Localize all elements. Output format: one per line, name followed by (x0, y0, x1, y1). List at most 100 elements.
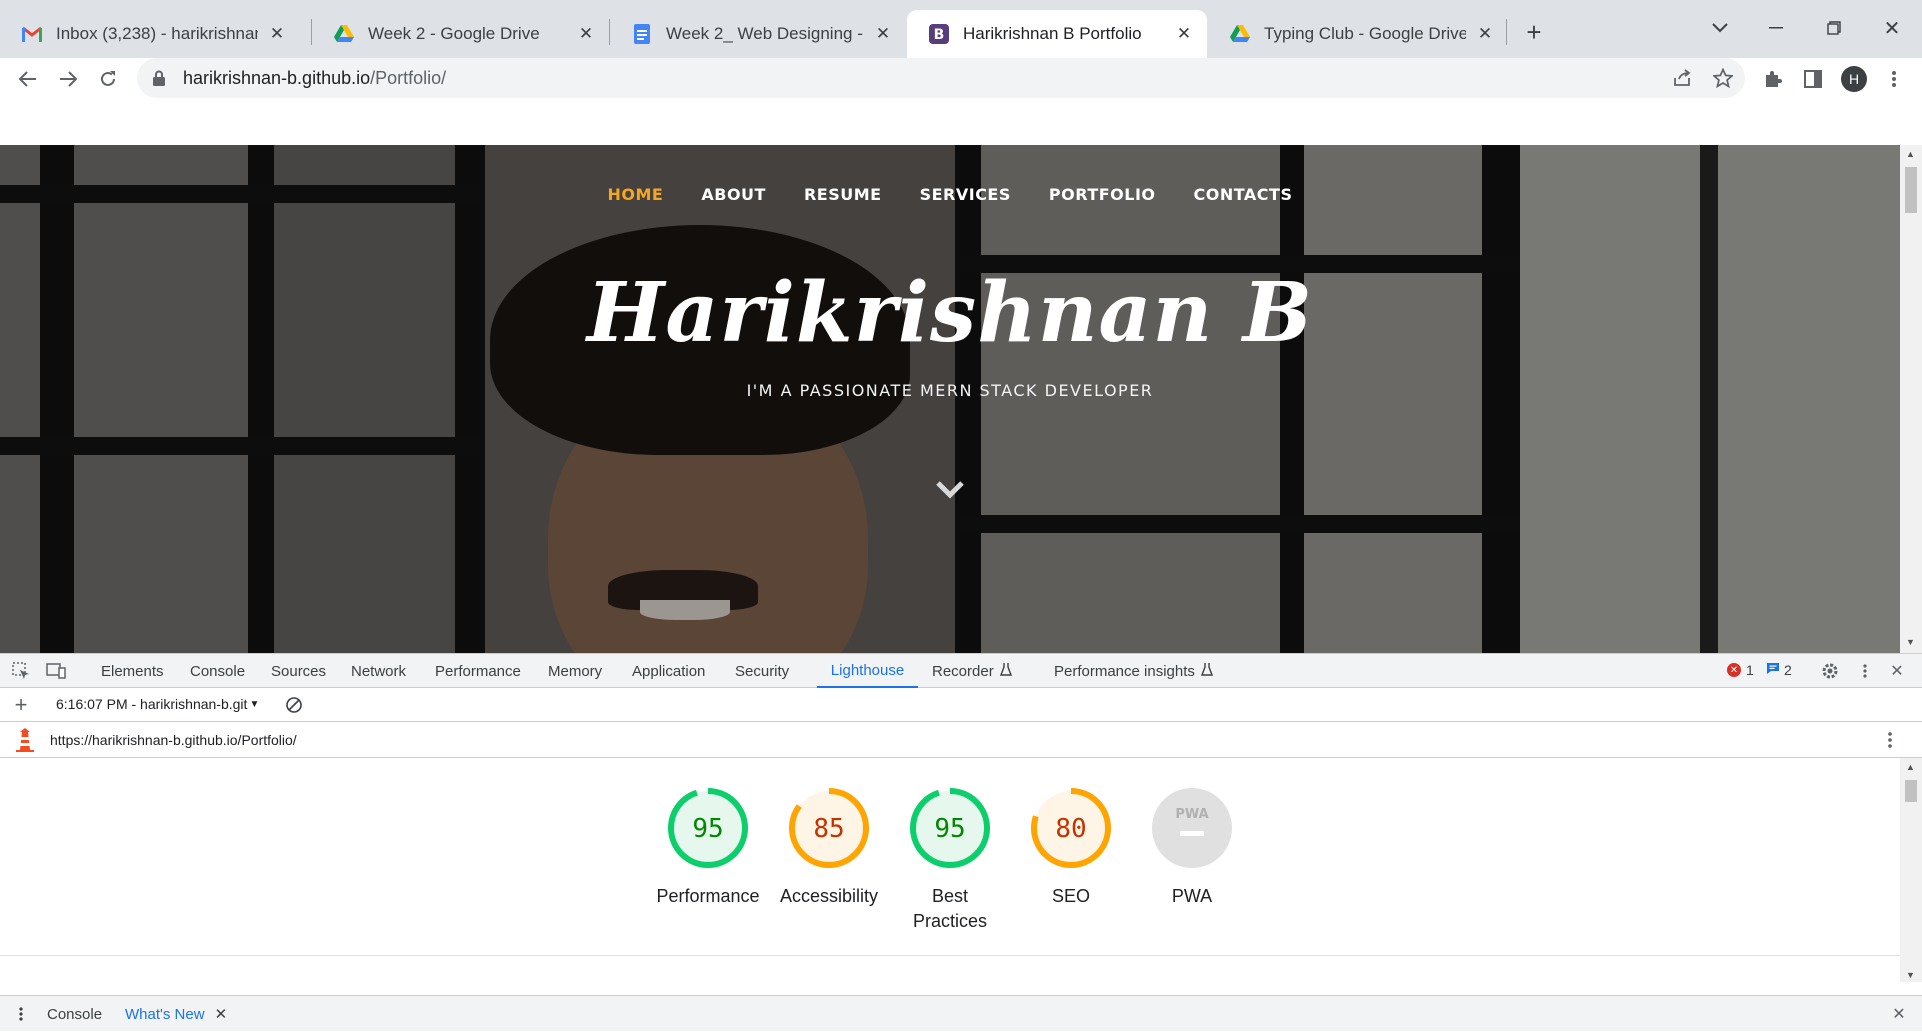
reload-icon[interactable] (92, 63, 124, 95)
forward-arrow-icon[interactable] (52, 63, 84, 95)
report-menu-kebab-icon[interactable] (1879, 729, 1901, 751)
devtools-tab-sources[interactable]: Sources (271, 654, 326, 688)
dropdown-caret-icon: ▼ (249, 698, 260, 710)
restore-window-icon[interactable] (1811, 10, 1857, 46)
close-drawer-icon[interactable]: ✕ (1888, 1003, 1910, 1025)
nav-contacts-link[interactable]: CONTACTS (1194, 185, 1293, 204)
score-gauge-performance[interactable]: 95 Performance (648, 786, 768, 909)
clear-reports-icon[interactable] (283, 694, 305, 716)
devtools-tab-elements[interactable]: Elements (101, 654, 164, 688)
score-gauge-seo[interactable]: 80 SEO (1011, 786, 1131, 909)
devtools-tab-lighthouse[interactable]: Lighthouse (817, 654, 918, 688)
devtools-tab-performance[interactable]: Performance (435, 654, 521, 688)
close-tab-icon[interactable]: ✕ (872, 23, 894, 45)
scroll-up-arrow-icon[interactable]: ▲ (1906, 149, 1915, 159)
inspect-element-icon[interactable] (10, 660, 32, 682)
bootstrap-icon: B (929, 24, 949, 44)
gauge-ring: 85 (789, 788, 869, 868)
nav-about-link[interactable]: ABOUT (701, 185, 766, 204)
tab-title: Week 2 - Google Drive (368, 24, 540, 43)
devtools-tab-bar: Elements Console Sources Network Perform… (0, 654, 1922, 688)
close-tab-icon[interactable]: ✕ (1173, 23, 1195, 45)
drawer-menu-kebab-icon[interactable] (10, 1003, 32, 1025)
address-bar[interactable]: harikrishnan-b.github.io/Portfolio/ (137, 58, 1745, 98)
bookmark-star-icon[interactable] (1711, 66, 1735, 90)
report-url: https://harikrishnan-b.github.io/Portfol… (50, 732, 297, 748)
scroll-up-arrow-icon[interactable]: ▲ (1906, 762, 1915, 772)
devtools-drawer-bar: Console What's New ✕ ✕ (0, 995, 1922, 1031)
close-tab-icon[interactable]: ✕ (266, 23, 288, 45)
devtools-tab-application[interactable]: Application (632, 654, 705, 688)
experiment-flask-icon (1200, 662, 1213, 680)
devtools-menu-kebab-icon[interactable] (1854, 660, 1876, 682)
browser-tab-gmail[interactable]: Inbox (3,238) - harikrishnanb872 ✕ (0, 10, 300, 58)
error-icon: ✕ (1727, 663, 1741, 677)
browser-tab-week2-drive[interactable]: Week 2 - Google Drive ✕ (312, 10, 609, 58)
lighthouse-report-header: https://harikrishnan-b.github.io/Portfol… (0, 722, 1922, 758)
close-window-icon[interactable]: ✕ (1869, 10, 1915, 46)
devtools-tab-memory[interactable]: Memory (548, 654, 602, 688)
site-navigation: HOME ABOUT RESUME SERVICES PORTFOLIO CON… (0, 185, 1900, 204)
gauge-ring: 95 (668, 788, 748, 868)
score-gauge-accessibility[interactable]: 85 Accessibility (769, 786, 889, 909)
tab-title: Harikrishnan B Portfolio (963, 24, 1142, 43)
close-drawer-tab-icon[interactable]: ✕ (215, 1005, 228, 1023)
devtools-panel: Elements Console Sources Network Perform… (0, 653, 1922, 1031)
new-report-plus-icon[interactable]: + (10, 692, 32, 717)
score-gauge-best-practices[interactable]: 95 Best Practices (890, 786, 1010, 934)
message-count-badge[interactable]: 2 (1766, 662, 1792, 678)
google-drive-icon (334, 24, 354, 44)
browser-tab-portfolio[interactable]: B Harikrishnan B Portfolio ✕ (907, 10, 1207, 58)
report-selector-dropdown[interactable]: 6:16:07 PM - harikrishnan-b.git ▼ (56, 696, 259, 712)
devtools-tab-console[interactable]: Console (190, 654, 245, 688)
devtools-tab-network[interactable]: Network (351, 654, 406, 688)
close-tab-icon[interactable]: ✕ (1474, 23, 1496, 45)
gauge-ring: 95 (910, 788, 990, 868)
nav-services-link[interactable]: SERVICES (920, 185, 1011, 204)
score-label: Accessibility (779, 886, 879, 906)
page-scrollbar[interactable]: ▲ ▼ (1900, 145, 1922, 653)
page-scrollbar-thumb[interactable] (1905, 167, 1917, 213)
error-count-badge[interactable]: ✕ 1 (1727, 662, 1754, 678)
share-icon[interactable] (1671, 66, 1695, 90)
drawer-tab-whats-new[interactable]: What's New ✕ (125, 996, 227, 1032)
browser-tab-typing-club-drive[interactable]: Typing Club - Google Drive ✕ (1208, 10, 1508, 58)
close-tab-icon[interactable]: ✕ (575, 23, 597, 45)
device-toolbar-icon[interactable] (45, 660, 67, 682)
score-label: Performance (656, 886, 760, 906)
settings-gear-icon[interactable] (1819, 660, 1841, 682)
profile-avatar[interactable]: H (1841, 66, 1867, 92)
devtools-tab-recorder[interactable]: Recorder (932, 654, 1012, 688)
minimize-window-icon[interactable] (1753, 10, 1799, 46)
new-tab-button[interactable]: + (1518, 16, 1550, 48)
tab-search-chevron-icon[interactable] (1697, 10, 1743, 46)
drawer-tab-console[interactable]: Console (47, 996, 102, 1032)
browser-menu-kebab-icon[interactable] (1880, 65, 1908, 93)
score-gauge-pwa[interactable]: PWA PWA (1132, 786, 1252, 909)
devtools-tab-security[interactable]: Security (735, 654, 789, 688)
lighthouse-logo-icon (14, 728, 36, 757)
nav-resume-link[interactable]: RESUME (804, 185, 882, 204)
lock-icon[interactable] (153, 70, 167, 86)
hero-name-heading: Harikrishnan B (586, 265, 1314, 361)
score-label: SEO (1051, 886, 1090, 906)
report-scrollbar-thumb[interactable] (1905, 780, 1917, 802)
nav-home-link[interactable]: HOME (608, 185, 664, 204)
tab-title: Typing Club - Google Drive (1264, 24, 1466, 43)
hero-section: HOME ABOUT RESUME SERVICES PORTFOLIO CON… (0, 145, 1900, 653)
side-panel-icon[interactable] (1799, 65, 1827, 93)
back-arrow-icon[interactable] (12, 63, 44, 95)
close-devtools-icon[interactable]: ✕ (1886, 660, 1908, 682)
score-value: 80 (1055, 814, 1086, 844)
nav-portfolio-link[interactable]: PORTFOLIO (1049, 185, 1156, 204)
page-viewport: HOME ABOUT RESUME SERVICES PORTFOLIO CON… (0, 145, 1922, 653)
score-value: 95 (692, 814, 723, 844)
scroll-down-arrow-icon[interactable]: ▼ (1906, 970, 1915, 980)
scroll-down-chevron-icon[interactable] (934, 478, 966, 502)
report-scrollbar[interactable]: ▲ ▼ (1900, 758, 1922, 982)
extensions-puzzle-icon[interactable] (1759, 65, 1787, 93)
scroll-down-arrow-icon[interactable]: ▼ (1906, 637, 1915, 647)
devtools-tab-performance-insights[interactable]: Performance insights (1054, 654, 1213, 688)
gmail-icon (22, 24, 42, 44)
browser-tab-web-designing-doc[interactable]: Week 2_ Web Designing - Googl ✕ (610, 10, 906, 58)
